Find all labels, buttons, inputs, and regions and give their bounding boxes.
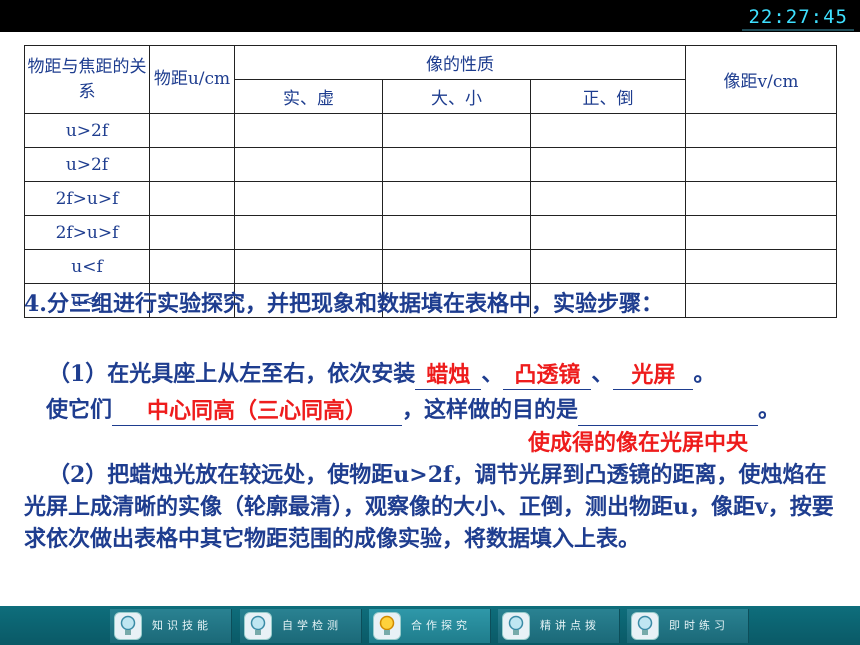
answer-item1: 蜡烛 <box>426 363 471 388</box>
blank-centers: 中心同高（三心同高） <box>112 397 403 426</box>
imaging-data-table: 物距与焦距的关系 物距u/cm 像的性质 像距v/cm 实、虚 大、小 正、倒 … <box>24 45 837 318</box>
clock-display: 22:27:45 <box>742 5 854 31</box>
lightbulb-icon <box>373 612 401 640</box>
blank-item2: 凸透镜 <box>503 361 592 390</box>
header-upright-inverted: 正、倒 <box>530 79 686 114</box>
row-condition: u<f <box>24 249 150 284</box>
header-object-distance: 物距u/cm <box>149 45 235 114</box>
step4-heading: 4.分三组进行实验探究，并把现象和数据填在表格中，实验步骤： <box>24 291 663 317</box>
step1-prefix: （1）在光具座上从左至右，依次安装 <box>48 361 416 387</box>
step1-line2: 使它们 中心同高（三心同高） ，这样做的目的是。 <box>46 397 781 426</box>
header-relation: 物距与焦距的关系 <box>24 45 150 114</box>
lightbulb-icon <box>631 612 659 640</box>
blank-item3: 光屏 <box>613 361 694 390</box>
nav-item-knowledge-skills[interactable]: 知识技能 <box>110 609 232 643</box>
step2-text: （2）把蜡烛光放在较远处，使物距u>2f，调节光屏到凸透镜的距离，使烛焰在光屏上… <box>24 462 834 552</box>
answer-centers: 中心同高（三心同高） <box>147 399 368 424</box>
slide-canvas: 物距与焦距的关系 物距u/cm 像的性质 像距v/cm 实、虚 大、小 正、倒 … <box>0 32 860 606</box>
table-row: u<f <box>24 249 837 284</box>
row-condition: u>2f <box>24 113 150 148</box>
answer-item3: 光屏 <box>631 363 676 388</box>
step1-line2-prefix: 使它们 <box>46 397 113 423</box>
answer-item2: 凸透镜 <box>514 363 581 388</box>
table-row: 2f>u>f <box>24 215 837 250</box>
nav-item-key-explanation[interactable]: 精讲点拨 <box>498 609 620 643</box>
nav-item-self-check[interactable]: 自学检测 <box>240 609 362 643</box>
header-size: 大、小 <box>382 79 531 114</box>
lightbulb-icon <box>244 612 272 640</box>
header-real-virtual: 实、虚 <box>234 79 383 114</box>
row-condition: u>2f <box>24 147 150 182</box>
row-condition: 2f>u>f <box>24 215 150 250</box>
row-condition: 2f>u>f <box>24 181 150 216</box>
top-bar: 22:27:45 <box>0 0 860 32</box>
header-image-nature: 像的性质 <box>234 45 686 80</box>
nav-item-instant-practice[interactable]: 即时练习 <box>627 609 749 643</box>
lightbulb-icon <box>114 612 142 640</box>
lightbulb-icon <box>502 612 530 640</box>
bottom-navigation: 知识技能 自学检测 合作探究 精讲点拨 即时练习 <box>0 606 860 645</box>
blank-item1: 蜡烛 <box>415 361 482 390</box>
table-row: 2f>u>f <box>24 181 837 216</box>
nav-item-cooperative-inquiry[interactable]: 合作探究 <box>369 609 491 643</box>
table-row: u>2f <box>24 147 837 182</box>
answer-purpose: 使成得的像在光屏中央 <box>528 431 749 456</box>
table-row: u>2f <box>24 113 837 148</box>
blank-purpose <box>578 397 759 426</box>
header-image-distance: 像距v/cm <box>685 45 837 114</box>
step1-line1: （1）在光具座上从左至右，依次安装 蜡烛、凸透镜、光屏。 <box>48 361 716 390</box>
